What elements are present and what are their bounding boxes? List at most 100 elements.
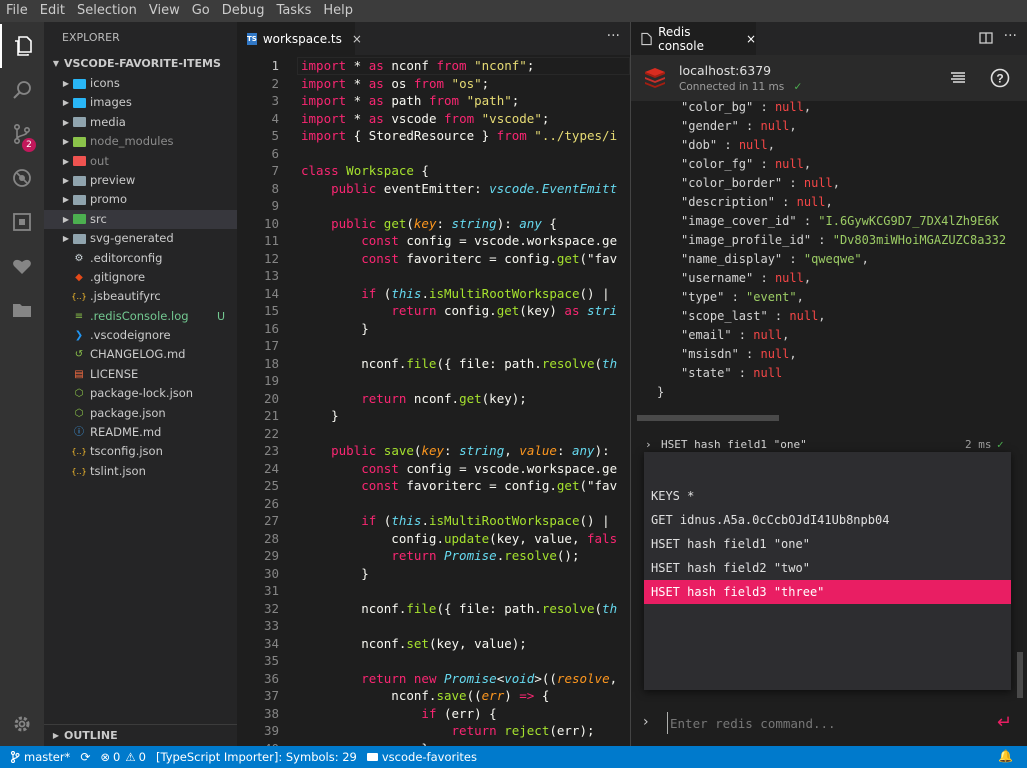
help-icon[interactable]: ? — [990, 68, 1010, 88]
more-actions-icon[interactable]: ··· — [1004, 28, 1017, 44]
folder-item[interactable]: ▶ src — [44, 209, 237, 230]
horizontal-scrollbar[interactable] — [637, 415, 779, 421]
code-token: from — [496, 128, 527, 143]
suggestion-item[interactable]: HSET hash field1 "one" — [644, 532, 1011, 556]
clear-console-icon[interactable] — [950, 72, 966, 84]
suggestion-item[interactable]: KEYS * — [644, 484, 1011, 508]
suggestion-item[interactable]: HSET hash field2 "two" — [644, 556, 1011, 580]
redis-input-bar: › ↵ — [631, 702, 1027, 746]
info-icon: ⓘ — [74, 427, 84, 439]
split-editor-icon[interactable] — [979, 32, 993, 44]
menu-debug[interactable]: Debug — [216, 0, 271, 22]
folder-item[interactable]: ▶ promo — [44, 190, 237, 209]
redis-command-input[interactable] — [667, 712, 977, 734]
close-icon[interactable]: × — [352, 32, 362, 46]
code-token: nconf. — [406, 390, 460, 406]
folder-item[interactable]: ▶ out — [44, 152, 237, 171]
menu-edit[interactable]: Edit — [34, 0, 71, 22]
outline-section[interactable]: ▶ OUTLINE — [44, 724, 237, 746]
problems-status[interactable]: ⊗ 0 ⚠ 0 — [100, 746, 146, 768]
code-text: } — [301, 320, 369, 338]
code-token: (key); — [481, 390, 527, 406]
json-line: "scope_last" : null, — [681, 307, 826, 326]
file-item[interactable]: {..} tslint.json — [44, 462, 237, 481]
project-header[interactable]: ▼ VSCODE-FAVORITE-ITEMS — [44, 54, 237, 74]
json-token: : — [738, 347, 761, 361]
folder-status[interactable]: vscode-favorites — [366, 746, 477, 768]
close-icon[interactable]: × — [746, 32, 756, 46]
tab-workspace-ts[interactable]: TS workspace.ts × — [237, 22, 362, 55]
code-token: ; — [526, 58, 535, 73]
enter-icon[interactable]: ↵ — [997, 712, 1012, 733]
code-text: } — [301, 565, 369, 583]
activity-scm[interactable]: 2 — [0, 112, 44, 156]
line-number: 32 — [263, 600, 279, 616]
folder-item[interactable]: ▶ preview — [44, 171, 237, 190]
file-item[interactable]: ↺ CHANGELOG.md — [44, 345, 237, 364]
json-token: : — [724, 290, 747, 304]
suggestion-item[interactable]: GET idnus.A5a.0cCcbOJdI41Ub8npb04 — [644, 508, 1011, 532]
file-item[interactable]: ◆ .gitignore — [44, 268, 237, 287]
file-item[interactable]: ❯ .vscodeignore — [44, 326, 237, 345]
item-label: tsconfig.json — [90, 444, 163, 459]
code-token: ; — [541, 110, 550, 126]
code-token: (); — [556, 548, 580, 563]
json-token: , — [803, 271, 812, 285]
menu-go[interactable]: Go — [186, 0, 216, 22]
item-label: out — [90, 153, 109, 168]
menu-file[interactable]: File — [0, 0, 34, 22]
activity-favorites[interactable] — [0, 244, 44, 288]
folder-item[interactable]: ▶ icons — [44, 74, 237, 93]
line-number: 27 — [263, 513, 279, 528]
file-item[interactable]: ⓘ README.md — [44, 423, 237, 442]
item-label: .editorconfig — [90, 250, 163, 265]
code-line: 15 return config.get(key) as stri — [237, 302, 630, 320]
more-actions-icon[interactable]: ··· — [607, 28, 620, 44]
code-token: any — [519, 215, 542, 231]
suggestion-item[interactable]: HSET hash field3 "three" — [644, 580, 1011, 604]
file-item[interactable]: ⚙ .editorconfig — [44, 249, 237, 268]
sync-status[interactable]: ⟳ — [80, 746, 90, 768]
vertical-scrollbar[interactable] — [1017, 652, 1023, 698]
activity-settings[interactable] — [0, 702, 44, 746]
line-number: 6 — [271, 145, 279, 161]
line-number: 3 — [271, 93, 279, 108]
menu-view[interactable]: View — [143, 0, 186, 22]
file-item[interactable]: {..} tsconfig.json — [44, 442, 237, 461]
file-item[interactable]: {..} .jsbeautifyrc — [44, 287, 237, 306]
folder-item[interactable]: ▶ node_modules — [44, 132, 237, 151]
activity-extensions[interactable] — [0, 200, 44, 244]
tab-redis-console[interactable]: Redis console × — [631, 22, 756, 55]
folder-item[interactable]: ▶ images — [44, 93, 237, 112]
importer-status[interactable]: [TypeScript Importer]: Symbols: 29 — [156, 746, 357, 768]
activity-debug[interactable] — [0, 156, 44, 200]
menu-tasks[interactable]: Tasks — [271, 0, 318, 22]
file-item[interactable]: ≡ .redisConsole.log U — [44, 307, 237, 326]
bell-icon[interactable]: 🔔 — [998, 749, 1013, 763]
git-icon: ◆ — [75, 271, 83, 283]
file-item[interactable]: ⬡ package.json — [44, 404, 237, 423]
menu-help[interactable]: Help — [317, 0, 359, 22]
file-item[interactable]: ▤ LICENSE — [44, 365, 237, 384]
branch-status[interactable]: master* — [10, 746, 70, 768]
json-token: null — [796, 195, 826, 209]
folder-item[interactable]: ▶ media — [44, 113, 237, 132]
code-token: (err); — [549, 723, 595, 738]
activity-explorer[interactable] — [0, 24, 44, 68]
debug-icon — [13, 169, 31, 187]
code-line: 16 } — [237, 320, 630, 338]
code-area[interactable]: 1 import * as nconf from "nconf"; 2 import … — [237, 55, 630, 746]
activity-search[interactable] — [0, 68, 44, 112]
activity-folders[interactable] — [0, 288, 44, 332]
folder-item[interactable]: ▶ svg-generated — [44, 229, 237, 248]
json-token: "dob" — [681, 138, 718, 152]
menu-selection[interactable]: Selection — [71, 0, 143, 22]
code-token: * — [346, 110, 369, 126]
file-item[interactable]: ⬡ package-lock.json — [44, 384, 237, 403]
